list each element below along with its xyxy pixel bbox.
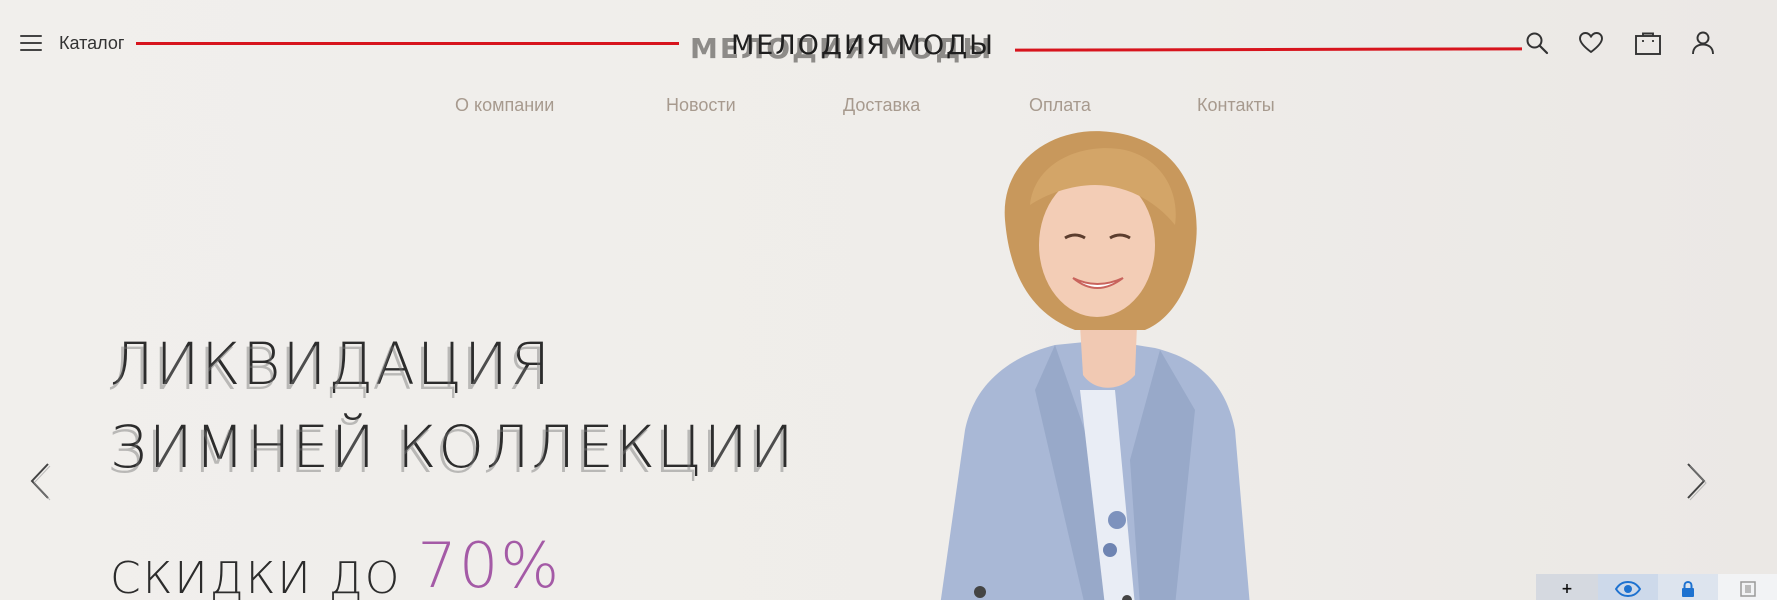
chevron-right-icon[interactable] — [1680, 460, 1710, 502]
plus-label: + — [1561, 581, 1573, 597]
catalog-link[interactable]: Каталог — [59, 33, 124, 54]
bottom-band — [0, 600, 1777, 606]
chevron-left-icon[interactable] — [26, 460, 56, 502]
nav-item-delivery[interactable]: Доставка — [843, 95, 920, 116]
nav-item-label: Доставка — [843, 95, 921, 115]
main-nav: О компании Новости Доставка Оплата Конта… — [0, 95, 1777, 119]
nav-item-contacts[interactable]: Контакты — [1197, 95, 1275, 116]
menu-icon[interactable] — [20, 35, 42, 51]
hero-heading-line2: ЗИМНЕЙ КОЛЛЕКЦИИ ЗИМНЕЙ КОЛЛЕКЦИИ — [107, 413, 796, 486]
discount-percent: 70% — [417, 529, 562, 602]
site-logo[interactable]: МЕЛОДИЯ МОДЫ МЕЛОДИЯ МОДЫ — [690, 30, 1010, 70]
search-icon[interactable] — [1524, 30, 1550, 56]
nav-item-label: Оплата — [1029, 95, 1091, 115]
nav-item-label: Новости — [666, 95, 736, 115]
logo-text: МЕЛОДИЯ МОДЫ — [731, 30, 996, 61]
hero-photo — [940, 131, 1250, 606]
nav-item-label: О компании — [455, 95, 555, 115]
heart-icon[interactable] — [1578, 30, 1604, 56]
red-underline-right — [1014, 47, 1523, 52]
hero-heading-line1: ЛИКВИДАЦИЯ ЛИКВИДАЦИЯ — [107, 330, 553, 403]
nav-item-payment[interactable]: Оплата — [1029, 95, 1091, 116]
page: Каталог МЕЛОДИЯ МОДЫ МЕЛОДИЯ МОДЫ О комп… — [0, 0, 1777, 606]
hero-discount-line: СКИДКИ ДО 70% — [110, 529, 561, 606]
red-underline-left — [136, 42, 679, 45]
nav-item-news[interactable]: Новости — [666, 95, 736, 116]
user-icon[interactable] — [1690, 30, 1716, 56]
nav-item-about[interactable]: О компании — [455, 95, 554, 116]
discount-prefix: СКИДКИ ДО — [110, 553, 418, 604]
nav-item-label: Контакты — [1197, 95, 1275, 115]
bag-icon[interactable] — [1634, 30, 1662, 56]
site-header: Каталог МЕЛОДИЯ МОДЫ МЕЛОДИЯ МОДЫ — [0, 0, 1777, 80]
